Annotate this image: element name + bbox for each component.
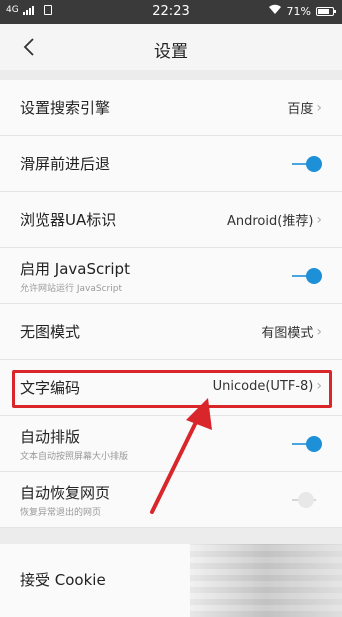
annotation-arrow-icon <box>150 398 212 514</box>
